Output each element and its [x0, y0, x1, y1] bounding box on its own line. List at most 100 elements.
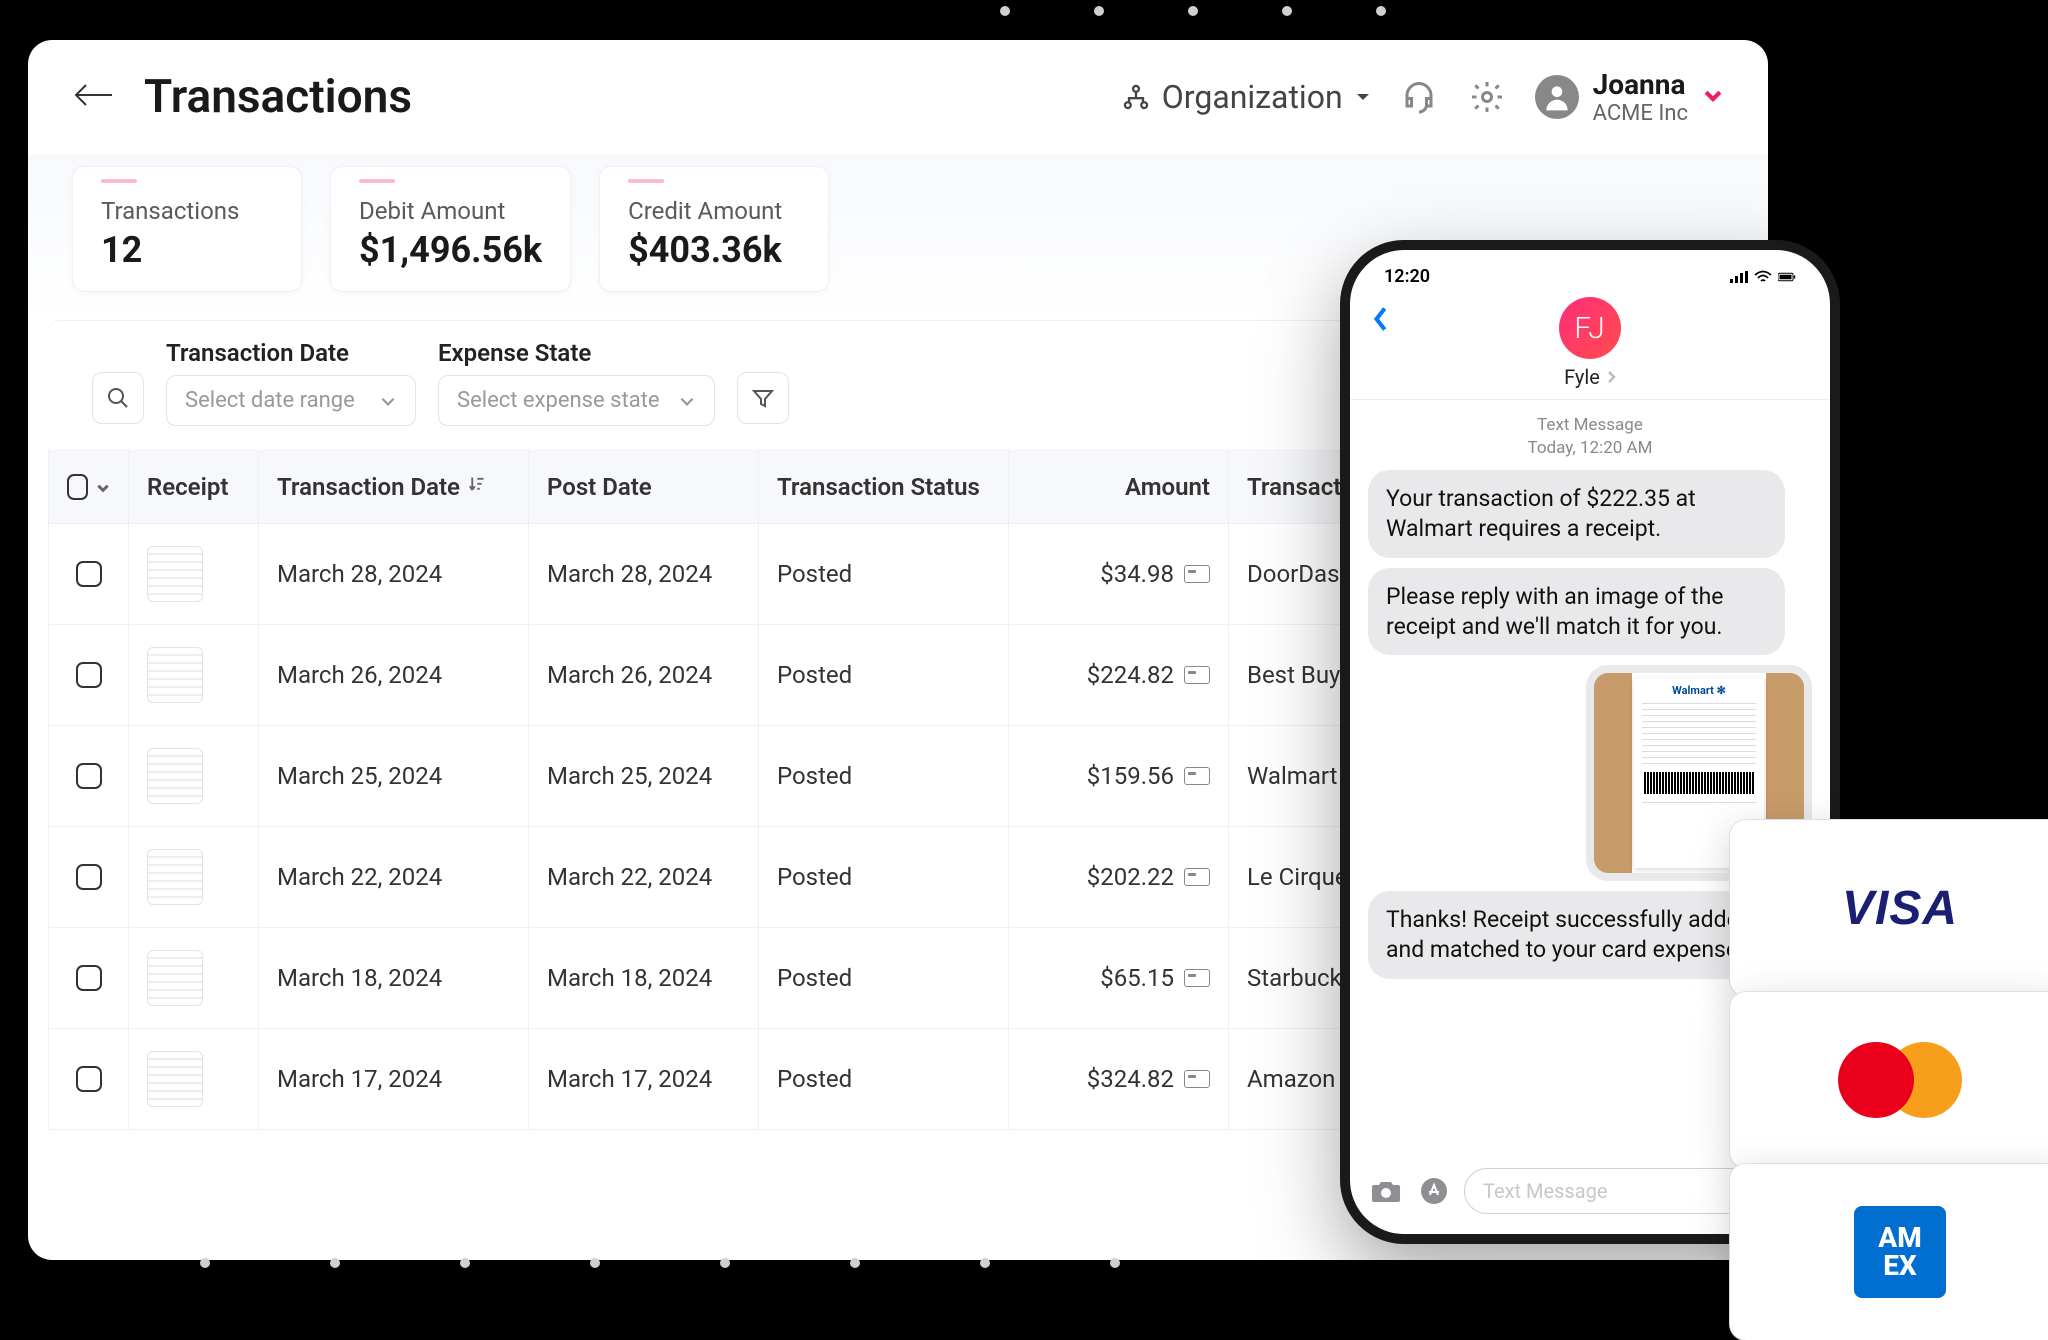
tx-date-cell: March 25, 2024 — [259, 726, 529, 826]
col-label: Transaction Date — [277, 473, 460, 501]
post-date-cell: March 22, 2024 — [529, 827, 759, 927]
battery-icon — [1778, 270, 1796, 284]
select-placeholder: Select expense state — [457, 388, 660, 413]
card-credit[interactable]: Credit Amount $403.36k — [599, 166, 829, 292]
card-icon — [1184, 565, 1210, 583]
app-store-button[interactable] — [1416, 1173, 1452, 1209]
amount-cell: $324.82 — [1009, 1029, 1229, 1129]
tx-date-cell: March 17, 2024 — [259, 1029, 529, 1129]
filter-label: Transaction Date — [166, 339, 416, 367]
row-checkbox[interactable] — [76, 1066, 102, 1092]
amex-logo: AM EX — [1854, 1206, 1946, 1298]
filter-transaction-date: Transaction Date Select date range — [166, 339, 416, 426]
tx-date-cell: March 18, 2024 — [259, 928, 529, 1028]
row-checkbox[interactable] — [76, 965, 102, 991]
user-menu[interactable]: Joanna ACME Inc — [1535, 68, 1724, 126]
chevron-down-icon[interactable] — [96, 473, 110, 501]
support-button[interactable] — [1399, 77, 1439, 117]
headset-icon — [1401, 79, 1437, 115]
contact-avatar[interactable]: FJ — [1559, 297, 1621, 359]
receipt-cell[interactable] — [129, 827, 259, 927]
status-cell: Posted — [759, 928, 1009, 1028]
status-cell: Posted — [759, 1029, 1009, 1129]
phone-back-button[interactable] — [1370, 305, 1390, 337]
card-icon — [1184, 969, 1210, 987]
row-checkbox[interactable] — [76, 763, 102, 789]
amount-cell: $65.15 — [1009, 928, 1229, 1028]
card-visa: VISA — [1730, 820, 2048, 996]
settings-button[interactable] — [1467, 77, 1507, 117]
status-indicators — [1730, 266, 1796, 287]
visa-logo: VISA — [1842, 881, 1958, 936]
receipt-thumbnail-icon — [147, 1051, 203, 1107]
row-checkbox-cell — [49, 524, 129, 624]
col-status[interactable]: Transaction Status — [759, 451, 1009, 523]
sort-desc-icon — [468, 473, 484, 501]
amount-cell: $34.98 — [1009, 524, 1229, 624]
receipt-cell[interactable] — [129, 625, 259, 725]
col-receipt[interactable]: Receipt — [129, 451, 259, 523]
card-icon — [1184, 767, 1210, 785]
back-arrow-icon[interactable] — [72, 81, 116, 113]
col-amount[interactable]: Amount — [1009, 451, 1229, 523]
receipt-thumbnail-icon — [147, 849, 203, 905]
org-selector-label: Organization — [1162, 78, 1343, 116]
expense-state-select[interactable]: Select expense state — [438, 375, 715, 426]
meta-time: Today, 12:20 AM — [1368, 437, 1812, 460]
receipt-cell[interactable] — [129, 726, 259, 826]
contact-name: Fyle — [1564, 365, 1600, 389]
chevron-left-icon — [1370, 305, 1390, 333]
card-debit[interactable]: Debit Amount $1,496.56k — [330, 166, 571, 292]
card-transactions[interactable]: Transactions 12 — [72, 166, 302, 292]
contact-name-row[interactable]: Fyle — [1564, 365, 1616, 389]
phone-message-header: FJ Fyle — [1350, 293, 1830, 400]
org-selector[interactable]: Organization — [1122, 78, 1371, 116]
filter-icon — [751, 386, 775, 410]
row-checkbox-cell — [49, 1029, 129, 1129]
camera-button[interactable] — [1368, 1173, 1404, 1209]
select-all-header[interactable] — [49, 451, 129, 523]
receipt-brand: Walmart ✻ — [1638, 684, 1760, 698]
org-tree-icon — [1122, 83, 1150, 111]
col-transaction-date[interactable]: Transaction Date — [259, 451, 529, 523]
app-store-icon — [1418, 1177, 1450, 1205]
post-date-cell: March 26, 2024 — [529, 625, 759, 725]
filter-label: Expense State — [438, 339, 715, 367]
card-label: Credit Amount — [628, 197, 800, 225]
chevron-down-icon — [678, 392, 696, 410]
filter-expense-state: Expense State Select expense state — [438, 339, 715, 426]
receipt-cell[interactable] — [129, 1029, 259, 1129]
row-checkbox[interactable] — [76, 561, 102, 587]
checkbox-icon[interactable] — [67, 474, 88, 500]
chevron-down-icon — [1702, 84, 1724, 110]
post-date-cell: March 28, 2024 — [529, 524, 759, 624]
date-range-select[interactable]: Select date range — [166, 375, 416, 426]
wifi-icon — [1754, 270, 1772, 284]
message-meta: Text Message Today, 12:20 AM — [1368, 414, 1812, 460]
filter-button[interactable] — [737, 372, 789, 424]
receipt-cell[interactable] — [129, 524, 259, 624]
receipt-thumbnail-icon — [147, 647, 203, 703]
amount-cell: $202.22 — [1009, 827, 1229, 927]
status-cell: Posted — [759, 524, 1009, 624]
row-checkbox-cell — [49, 625, 129, 725]
col-post-date[interactable]: Post Date — [529, 451, 759, 523]
card-value: $1,496.56k — [359, 229, 542, 271]
receipt-thumbnail-icon — [147, 546, 203, 602]
avatar-icon — [1535, 75, 1579, 119]
post-date-cell: March 17, 2024 — [529, 1029, 759, 1129]
message-bubble: Your transaction of $222.35 at Walmart r… — [1368, 470, 1785, 558]
decorative-dots-top — [1000, 6, 1386, 16]
gear-icon — [1469, 79, 1505, 115]
status-cell: Posted — [759, 827, 1009, 927]
receipt-cell[interactable] — [129, 928, 259, 1028]
row-checkbox[interactable] — [76, 662, 102, 688]
post-date-cell: March 18, 2024 — [529, 928, 759, 1028]
phone-status-bar: 12:20 — [1350, 250, 1830, 293]
amount-cell: $224.82 — [1009, 625, 1229, 725]
message-bubble: Thanks! Receipt successfully added and m… — [1368, 891, 1785, 979]
row-checkbox[interactable] — [76, 864, 102, 890]
credit-card-stack: VISA AM EX — [1730, 820, 2048, 1336]
card-value: $403.36k — [628, 229, 800, 271]
search-button[interactable] — [92, 372, 144, 424]
